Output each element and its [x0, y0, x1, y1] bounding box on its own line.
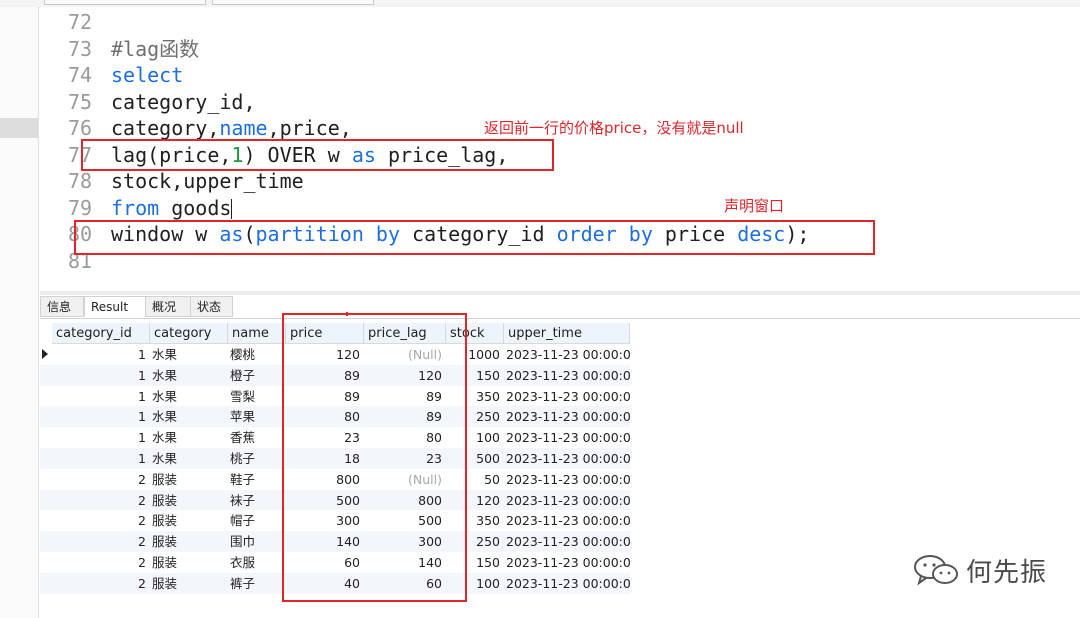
cell-category[interactable]: 服装: [150, 510, 228, 531]
code-text: category_id,: [111, 89, 256, 115]
cell-category-id[interactable]: 1: [52, 406, 150, 427]
cell-name[interactable]: 桃子: [228, 448, 286, 469]
editor-result-divider[interactable]: [40, 291, 1080, 295]
tab-3[interactable]: 状态: [190, 296, 233, 317]
current-row-marker: [40, 344, 52, 365]
top-tab-left[interactable]: [44, 0, 206, 5]
cell-name[interactable]: 衣服: [228, 552, 286, 573]
cell-upper-time[interactable]: 2023-11-23 00:00:00: [504, 552, 630, 573]
column-header-category-id[interactable]: category_id: [52, 323, 150, 344]
code-text: category,name,price,: [111, 115, 352, 141]
column-header-category[interactable]: category: [150, 323, 228, 344]
sql-keyword: from: [111, 195, 160, 220]
cell-category[interactable]: 水果: [150, 406, 228, 427]
cell-name[interactable]: 袜子: [228, 490, 286, 511]
column-header-name[interactable]: name: [228, 323, 286, 344]
sql-text: category_id,: [111, 89, 256, 114]
cell-name[interactable]: 雪梨: [228, 386, 286, 407]
watermark-text: 何先振: [966, 557, 1048, 588]
lag-annotation: 返回前一行的价格price，没有就是null: [484, 119, 744, 137]
cell-category[interactable]: 服装: [150, 469, 228, 490]
window-annotation: 声明窗口: [724, 197, 785, 215]
highlight-window-line: [74, 220, 875, 255]
cell-name[interactable]: 橙子: [228, 365, 286, 386]
cell-category[interactable]: 水果: [150, 386, 228, 407]
column-header-upper-time[interactable]: upper_time: [504, 323, 630, 344]
code-text: from goods: [111, 195, 233, 221]
sql-text: ,price,: [267, 116, 352, 140]
tab-underline: [40, 318, 1080, 319]
tab-1[interactable]: Result 1: [84, 296, 146, 335]
tab-0[interactable]: 信息: [40, 296, 84, 317]
row-pointer-icon: [42, 349, 48, 359]
cell-category[interactable]: 水果: [150, 448, 228, 469]
cell-upper-time[interactable]: 2023-11-23 00:00:00: [504, 406, 630, 427]
cell-upper-time[interactable]: 2023-11-23 00:00:00: [504, 510, 630, 531]
cell-upper-time[interactable]: 2023-11-23 00:00:00: [504, 469, 630, 490]
cell-category[interactable]: 水果: [150, 427, 228, 448]
cell-category-id[interactable]: 1: [52, 365, 150, 386]
cell-upper-time[interactable]: 2023-11-23 00:00:00: [504, 365, 630, 386]
cell-upper-time[interactable]: 2023-11-23 00:00:00: [504, 344, 630, 365]
sql-text: stock,upper_time: [111, 169, 304, 193]
cell-upper-time[interactable]: 2023-11-23 00:00:00: [504, 573, 630, 594]
cell-category[interactable]: 服装: [150, 573, 228, 594]
cell-category[interactable]: 服装: [150, 531, 228, 552]
cell-upper-time[interactable]: 2023-11-23 00:00:00: [504, 448, 630, 469]
cell-category-id[interactable]: 2: [52, 573, 150, 594]
cell-upper-time[interactable]: 2023-11-23 00:00:00: [504, 490, 630, 511]
highlight-price-columns: [282, 313, 467, 602]
highlight-lag-line: [81, 139, 554, 171]
line-number: 72: [68, 10, 93, 34]
wechat-icon: [914, 555, 958, 586]
cell-category[interactable]: 服装: [150, 490, 228, 511]
cell-name[interactable]: 香蕉: [228, 427, 286, 448]
cell-category-id[interactable]: 1: [52, 427, 150, 448]
sql-comment: #lag函数: [111, 36, 200, 61]
cell-upper-time[interactable]: 2023-11-23 00:00:00: [504, 427, 630, 448]
cell-category[interactable]: 服装: [150, 552, 228, 573]
code-text: stock,upper_time: [111, 168, 304, 194]
sql-keyword: name: [219, 116, 268, 140]
cell-upper-time[interactable]: 2023-11-23 00:00:00: [504, 386, 630, 407]
cell-name[interactable]: 樱桃: [228, 344, 286, 365]
cell-name[interactable]: 围巾: [228, 531, 286, 552]
cell-category[interactable]: 水果: [150, 344, 228, 365]
code-text: #lag函数: [111, 36, 199, 62]
cell-category[interactable]: 水果: [150, 365, 228, 386]
cell-category-id[interactable]: 2: [52, 490, 150, 511]
cell-name[interactable]: 裤子: [228, 573, 286, 594]
code-text: select: [111, 62, 183, 88]
left-selection-bar: [0, 118, 38, 138]
top-tab-right[interactable]: [212, 0, 374, 5]
watermark: 何先振: [912, 552, 1047, 588]
cell-name[interactable]: 苹果: [228, 406, 286, 427]
cell-upper-time[interactable]: 2023-11-23 00:00:00: [504, 531, 630, 552]
cell-category-id[interactable]: 2: [52, 510, 150, 531]
cell-category-id[interactable]: 1: [52, 448, 150, 469]
text-cursor: [231, 199, 233, 219]
cell-name[interactable]: 鞋子: [228, 469, 286, 490]
cell-category-id[interactable]: 2: [52, 552, 150, 573]
cell-category-id[interactable]: 2: [52, 531, 150, 552]
sql-text: category,: [111, 116, 220, 140]
cell-category-id[interactable]: 1: [52, 386, 150, 407]
cell-category-id[interactable]: 1: [52, 344, 150, 365]
sql-keyword: select: [111, 63, 184, 87]
cell-category-id[interactable]: 2: [52, 469, 150, 490]
sql-text: goods: [159, 195, 232, 220]
tab-2[interactable]: 概况: [145, 296, 192, 317]
left-gutter: [0, 7, 39, 618]
cell-name[interactable]: 帽子: [228, 510, 286, 531]
